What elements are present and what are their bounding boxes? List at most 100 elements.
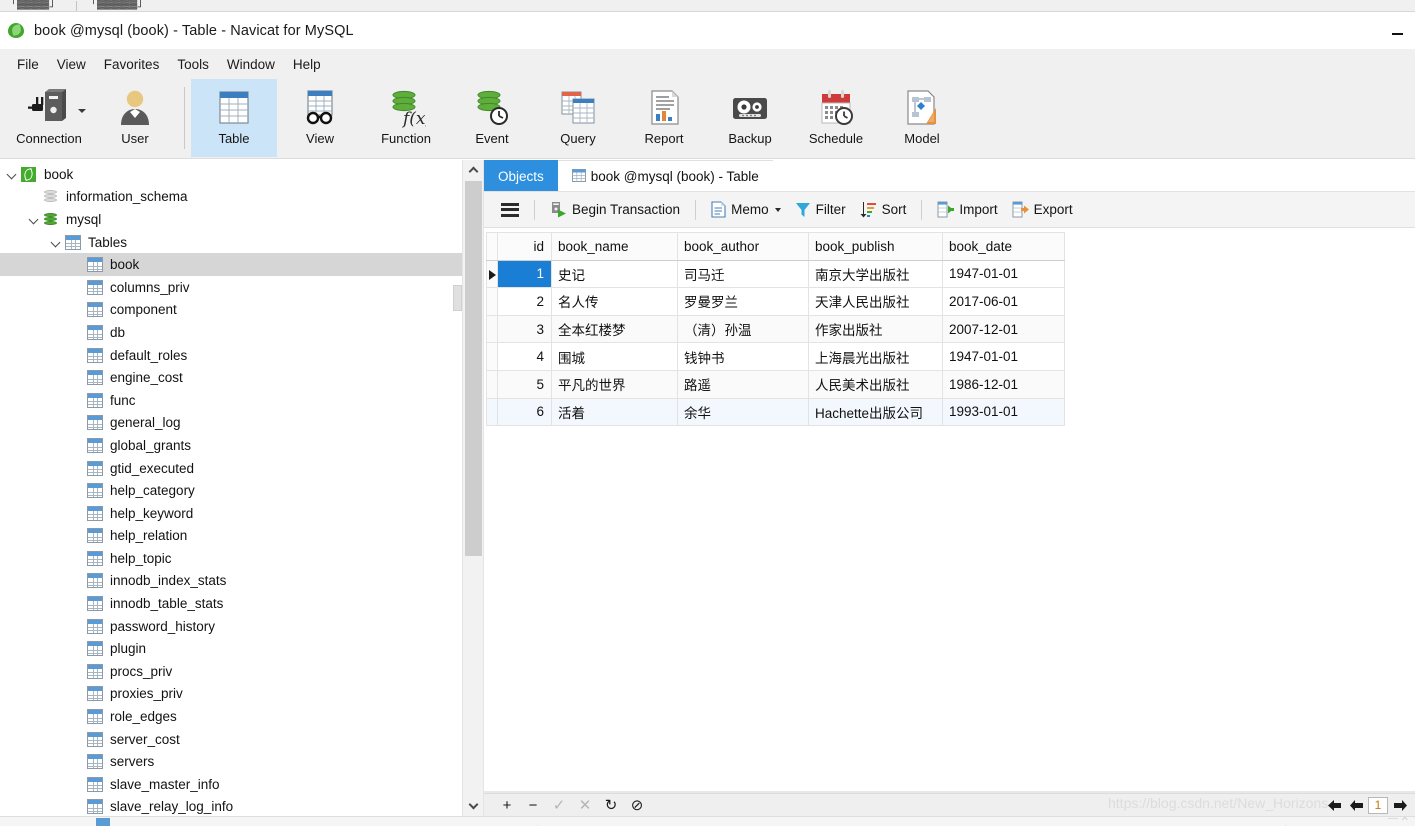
row-indicator[interactable]	[486, 259, 498, 289]
grid-menu-button[interactable]	[494, 196, 526, 224]
cell-book-name[interactable]: 平凡的世界	[551, 369, 678, 399]
tree-item-global-grants[interactable]: global_grants	[0, 434, 462, 457]
row-indicator[interactable]	[486, 397, 498, 427]
cell-id[interactable]: 4	[497, 342, 552, 371]
sidebar-scrollbar[interactable]	[462, 160, 483, 816]
toolbar-query-button[interactable]: Query	[535, 79, 621, 157]
menu-favorites[interactable]: Favorites	[95, 53, 169, 76]
cell-id[interactable]: 3	[497, 314, 552, 344]
chevron-down-icon[interactable]	[28, 213, 41, 226]
toolbar-function-button[interactable]: f(x) Function	[363, 79, 449, 157]
export-button[interactable]: Export	[1005, 196, 1080, 224]
table-row[interactable]: 2 名人传 罗曼罗兰 天津人民出版社 2017-06-01	[486, 287, 1065, 316]
import-button[interactable]: Import	[930, 196, 1004, 224]
chevron-down-icon[interactable]	[774, 207, 781, 212]
toolbar-user-button[interactable]: User	[92, 79, 178, 157]
tree-item-columns-priv[interactable]: columns_priv	[0, 276, 462, 299]
menu-file[interactable]: File	[8, 53, 48, 76]
cell-book-date[interactable]: 1947-01-01	[942, 342, 1065, 371]
row-indicator[interactable]	[486, 314, 498, 344]
cell-id[interactable]: 5	[497, 369, 552, 399]
cell-book-name[interactable]: 史记	[551, 259, 678, 289]
cell-id[interactable]: 1	[497, 259, 552, 289]
tree-item-slave-relay-log-info[interactable]: slave_relay_log_info	[0, 796, 462, 816]
cell-book-date[interactable]: 2007-12-01	[942, 314, 1065, 344]
cell-id[interactable]: 6	[497, 397, 552, 427]
chevron-down-icon[interactable]	[6, 168, 19, 181]
cell-book-name[interactable]: 围城	[551, 342, 678, 371]
cell-book-date[interactable]: 1986-12-01	[942, 369, 1065, 399]
row-indicator[interactable]	[486, 369, 498, 399]
tree-item-mysql[interactable]: mysql	[0, 208, 462, 231]
next-record-button[interactable]	[1389, 795, 1411, 816]
tree-item-gtid-executed[interactable]: gtid_executed	[0, 457, 462, 480]
sidebar-scrollbar-thumb[interactable]	[465, 181, 482, 556]
cell-book-author[interactable]: 罗曼罗兰	[677, 287, 809, 316]
row-indicator[interactable]	[486, 287, 498, 316]
menu-help[interactable]: Help	[284, 53, 330, 76]
toolbar-schedule-button[interactable]: Schedule	[793, 79, 879, 157]
tree-item-password-history[interactable]: password_history	[0, 615, 462, 638]
toolbar-model-button[interactable]: Model	[879, 79, 965, 157]
cell-book-author[interactable]: 钱钟书	[677, 342, 809, 371]
tree-item-help-topic[interactable]: help_topic	[0, 547, 462, 570]
tree-item-general-log[interactable]: general_log	[0, 412, 462, 435]
column-header-book-date[interactable]: book_date	[942, 232, 1065, 261]
begin-transaction-button[interactable]: Begin Transaction	[543, 196, 687, 224]
tree-item-help-keyword[interactable]: help_keyword	[0, 502, 462, 525]
chevron-down-icon[interactable]	[78, 109, 86, 113]
memo-button[interactable]: Memo	[704, 196, 788, 224]
toolbar-event-button[interactable]: Event	[449, 79, 535, 157]
tree-item-engine-cost[interactable]: engine_cost	[0, 366, 462, 389]
cell-book-publish[interactable]: 人民美术出版社	[808, 369, 943, 399]
cell-book-author[interactable]: 司马迁	[677, 259, 809, 289]
column-header-book-author[interactable]: book_author	[677, 232, 809, 261]
tree-item-db[interactable]: db	[0, 321, 462, 344]
table-row[interactable]: 6 活着 余华 Hachette出版公司 1993-01-01	[486, 397, 1065, 427]
tree-item-Tables[interactable]: Tables	[0, 231, 462, 254]
filter-button[interactable]: Filter	[788, 196, 853, 224]
cell-book-date[interactable]: 1947-01-01	[942, 259, 1065, 289]
tree-item-plugin[interactable]: plugin	[0, 637, 462, 660]
tree-item-slave-master-info[interactable]: slave_master_info	[0, 773, 462, 796]
cell-book-name[interactable]: 活着	[551, 397, 678, 427]
column-header-book-publish[interactable]: book_publish	[808, 232, 943, 261]
first-record-button[interactable]	[1323, 795, 1345, 816]
cell-book-name[interactable]: 名人传	[551, 287, 678, 316]
table-row[interactable]: 4 围城 钱钟书 上海晨光出版社 1947-01-01	[486, 342, 1065, 371]
column-header-id[interactable]: id	[497, 232, 552, 261]
scroll-down-icon[interactable]	[463, 796, 484, 816]
cell-book-author[interactable]: （清）孙温	[677, 314, 809, 344]
tree-item-role-edges[interactable]: role_edges	[0, 705, 462, 728]
table-row[interactable]: 5 平凡的世界 路遥 人民美术出版社 1986-12-01	[486, 369, 1065, 399]
tree-item-proxies-priv[interactable]: proxies_priv	[0, 683, 462, 706]
tree-item-default-roles[interactable]: default_roles	[0, 344, 462, 367]
tree-item-servers[interactable]: servers	[0, 750, 462, 773]
cell-book-author[interactable]: 余华	[677, 397, 809, 427]
cell-book-date[interactable]: 2017-06-01	[942, 287, 1065, 316]
scroll-up-icon[interactable]	[463, 160, 484, 180]
sort-button[interactable]: Sort	[853, 196, 914, 224]
toolbar-report-button[interactable]: Report	[621, 79, 707, 157]
toolbar-backup-button[interactable]: Backup	[707, 79, 793, 157]
menu-view[interactable]: View	[48, 53, 95, 76]
panel-splitter-handle[interactable]	[453, 285, 462, 311]
tree-item-information-schema[interactable]: information_schema	[0, 186, 462, 209]
previous-record-button[interactable]	[1345, 795, 1367, 816]
tree-item-help-relation[interactable]: help_relation	[0, 525, 462, 548]
column-header-book-name[interactable]: book_name	[551, 232, 678, 261]
cell-book-publish[interactable]: 天津人民出版社	[808, 287, 943, 316]
cell-book-publish[interactable]: 上海晨光出版社	[808, 342, 943, 371]
stop-button[interactable]: ⊘	[624, 795, 650, 816]
minimize-button[interactable]	[1387, 26, 1407, 42]
tree-item-innodb-index-stats[interactable]: innodb_index_stats	[0, 570, 462, 593]
cell-book-author[interactable]: 路遥	[677, 369, 809, 399]
current-page-input[interactable]: 1	[1368, 797, 1388, 814]
delete-record-button[interactable]: −	[520, 795, 546, 816]
refresh-button[interactable]: ↻	[598, 795, 624, 816]
chevron-down-icon[interactable]	[50, 236, 63, 249]
toolbar-view-button[interactable]: View	[277, 79, 363, 157]
tab-objects[interactable]: Objects	[484, 160, 558, 192]
cell-book-publish[interactable]: 南京大学出版社	[808, 259, 943, 289]
tree-item-book[interactable]: book	[0, 163, 462, 186]
